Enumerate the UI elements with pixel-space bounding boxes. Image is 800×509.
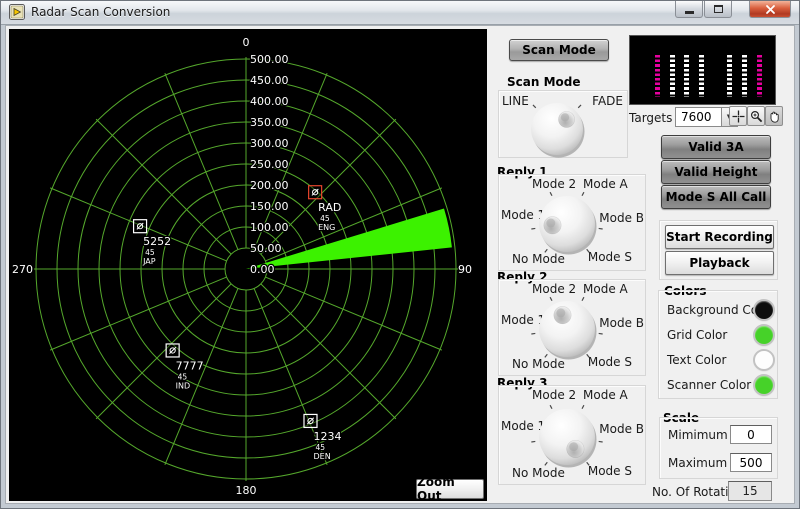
- reply2-group: Mode 2 Mode A Mode 1 Mode B No Mode Mode…: [498, 279, 646, 376]
- reply3-option-modeb[interactable]: Mode B: [599, 422, 644, 436]
- valid-3a-button[interactable]: Valid 3A: [661, 135, 771, 159]
- mode-s-all-call-button[interactable]: Mode S All Call: [661, 185, 771, 209]
- minimum-label: Mimimum: [668, 428, 728, 442]
- svg-text:5252: 5252: [143, 235, 171, 248]
- reply3-group: Mode 2 Mode A Mode 1 Mode B No Mode Mode…: [498, 385, 646, 485]
- led-column: [670, 55, 675, 97]
- app-icon: [9, 4, 25, 20]
- svg-text:300.00: 300.00: [250, 137, 289, 150]
- svg-text:400.00: 400.00: [250, 95, 289, 108]
- scanner-color-swatch[interactable]: [755, 376, 773, 394]
- minimum-input[interactable]: [730, 425, 772, 444]
- radar-plot: 0.00 50.00 100.00 150.00 200.00 250.00 300.00 3…: [9, 29, 487, 501]
- svg-text:180: 180: [236, 484, 257, 497]
- svg-text:0: 0: [243, 36, 250, 49]
- led-column: [655, 55, 660, 97]
- targets-label: Targets: [629, 111, 672, 125]
- start-recording-button[interactable]: Start Recording: [665, 225, 774, 249]
- crosshair-tool-button[interactable]: [729, 106, 747, 126]
- led-column: [699, 55, 704, 97]
- zoom-tool-button[interactable]: [747, 106, 765, 126]
- knob-graphic: [529, 291, 605, 367]
- scale-group: Mimimum Maximum: [659, 417, 778, 479]
- led-column: [757, 55, 762, 97]
- grid-color-label: Grid Color: [667, 328, 727, 342]
- svg-text:JAP: JAP: [142, 257, 156, 266]
- scan-mode-knob[interactable]: [519, 91, 595, 167]
- led-column: [684, 55, 689, 97]
- title-bar: Radar Scan Conversion: [1, 1, 799, 25]
- client-area: 0.00 50.00 100.00 150.00 200.00 250.00 300.00 3…: [5, 25, 795, 504]
- window-title: Radar Scan Conversion: [31, 5, 170, 19]
- svg-text:150.00: 150.00: [250, 200, 289, 213]
- svg-text:50.00: 50.00: [250, 242, 282, 255]
- background-color-swatch[interactable]: [755, 301, 773, 319]
- scan-knob-group: LINE FADE: [498, 90, 628, 158]
- svg-text:45: 45: [178, 372, 188, 381]
- text-color-swatch[interactable]: [755, 351, 773, 369]
- recording-group: Start Recording Playback: [659, 220, 778, 280]
- targets-led-display: [629, 35, 776, 105]
- reply1-group: Mode 2 Mode A Mode 1 Mode B No Mode Mode…: [498, 174, 646, 271]
- reply1-knob[interactable]: [529, 186, 605, 262]
- radar-display[interactable]: 0.00 50.00 100.00 150.00 200.00 250.00 300.00 3…: [9, 29, 487, 501]
- crosshair-icon: [732, 110, 745, 123]
- svg-text:270: 270: [12, 263, 33, 276]
- knob-graphic: [519, 91, 595, 167]
- svg-text:IND: IND: [176, 381, 191, 390]
- app-window: Radar Scan Conversion 0.00 50.00 100.00 150…: [0, 0, 800, 509]
- reply1-option-modeb[interactable]: Mode B: [599, 211, 644, 225]
- svg-text:350.00: 350.00: [250, 116, 289, 129]
- scan-knob-label: Scan Mode: [507, 75, 581, 89]
- magnifier-icon: [750, 110, 763, 123]
- svg-text:90: 90: [458, 263, 472, 276]
- scan-option-fade[interactable]: FADE: [592, 94, 623, 108]
- pan-tool-button[interactable]: [765, 106, 783, 126]
- valid-height-button[interactable]: Valid Height: [661, 160, 771, 184]
- colors-group: Background Color Grid Color Text Color S…: [658, 290, 778, 399]
- svg-text:200.00: 200.00: [250, 179, 289, 192]
- rotations-input[interactable]: [728, 481, 772, 501]
- led-column: [742, 55, 747, 97]
- svg-text:450.00: 450.00: [250, 74, 289, 87]
- svg-text:1234: 1234: [313, 430, 341, 443]
- svg-text:0.00: 0.00: [250, 263, 275, 276]
- knob-graphic: [529, 399, 605, 475]
- svg-text:45: 45: [315, 443, 325, 452]
- svg-text:500.00: 500.00: [250, 53, 289, 66]
- svg-text:7777: 7777: [176, 359, 204, 372]
- svg-text:250.00: 250.00: [250, 158, 289, 171]
- text-color-label: Text Color: [667, 353, 726, 367]
- minimize-icon: [685, 11, 694, 14]
- zoom-out-button[interactable]: Zoom Out: [416, 479, 484, 499]
- svg-text:ENG: ENG: [318, 223, 335, 232]
- svg-text:45: 45: [320, 214, 330, 223]
- grid-color-swatch[interactable]: [755, 326, 773, 344]
- svg-text:100.00: 100.00: [250, 221, 289, 234]
- svg-text:DEN: DEN: [313, 452, 330, 461]
- playback-button[interactable]: Playback: [665, 251, 774, 275]
- maximum-input[interactable]: [730, 453, 772, 472]
- hand-icon: [768, 110, 781, 123]
- scan-mode-button[interactable]: Scan Mode: [509, 39, 609, 61]
- reply2-option-modeb[interactable]: Mode B: [599, 316, 644, 330]
- reply2-knob[interactable]: [529, 291, 605, 367]
- svg-text:45: 45: [145, 248, 155, 257]
- maximum-label: Maximum: [668, 456, 727, 470]
- maximize-button[interactable]: [704, 1, 732, 18]
- maximize-icon: [714, 5, 723, 13]
- led-column: [727, 55, 732, 97]
- minimize-button[interactable]: [675, 1, 703, 18]
- targets-value[interactable]: 7600: [675, 107, 721, 127]
- svg-text:RAD: RAD: [318, 201, 341, 214]
- close-button[interactable]: [749, 1, 791, 18]
- close-icon: [765, 4, 776, 15]
- scanner-color-label: Scanner Color: [667, 378, 751, 392]
- knob-graphic: [529, 186, 605, 262]
- reply3-knob[interactable]: [529, 399, 605, 475]
